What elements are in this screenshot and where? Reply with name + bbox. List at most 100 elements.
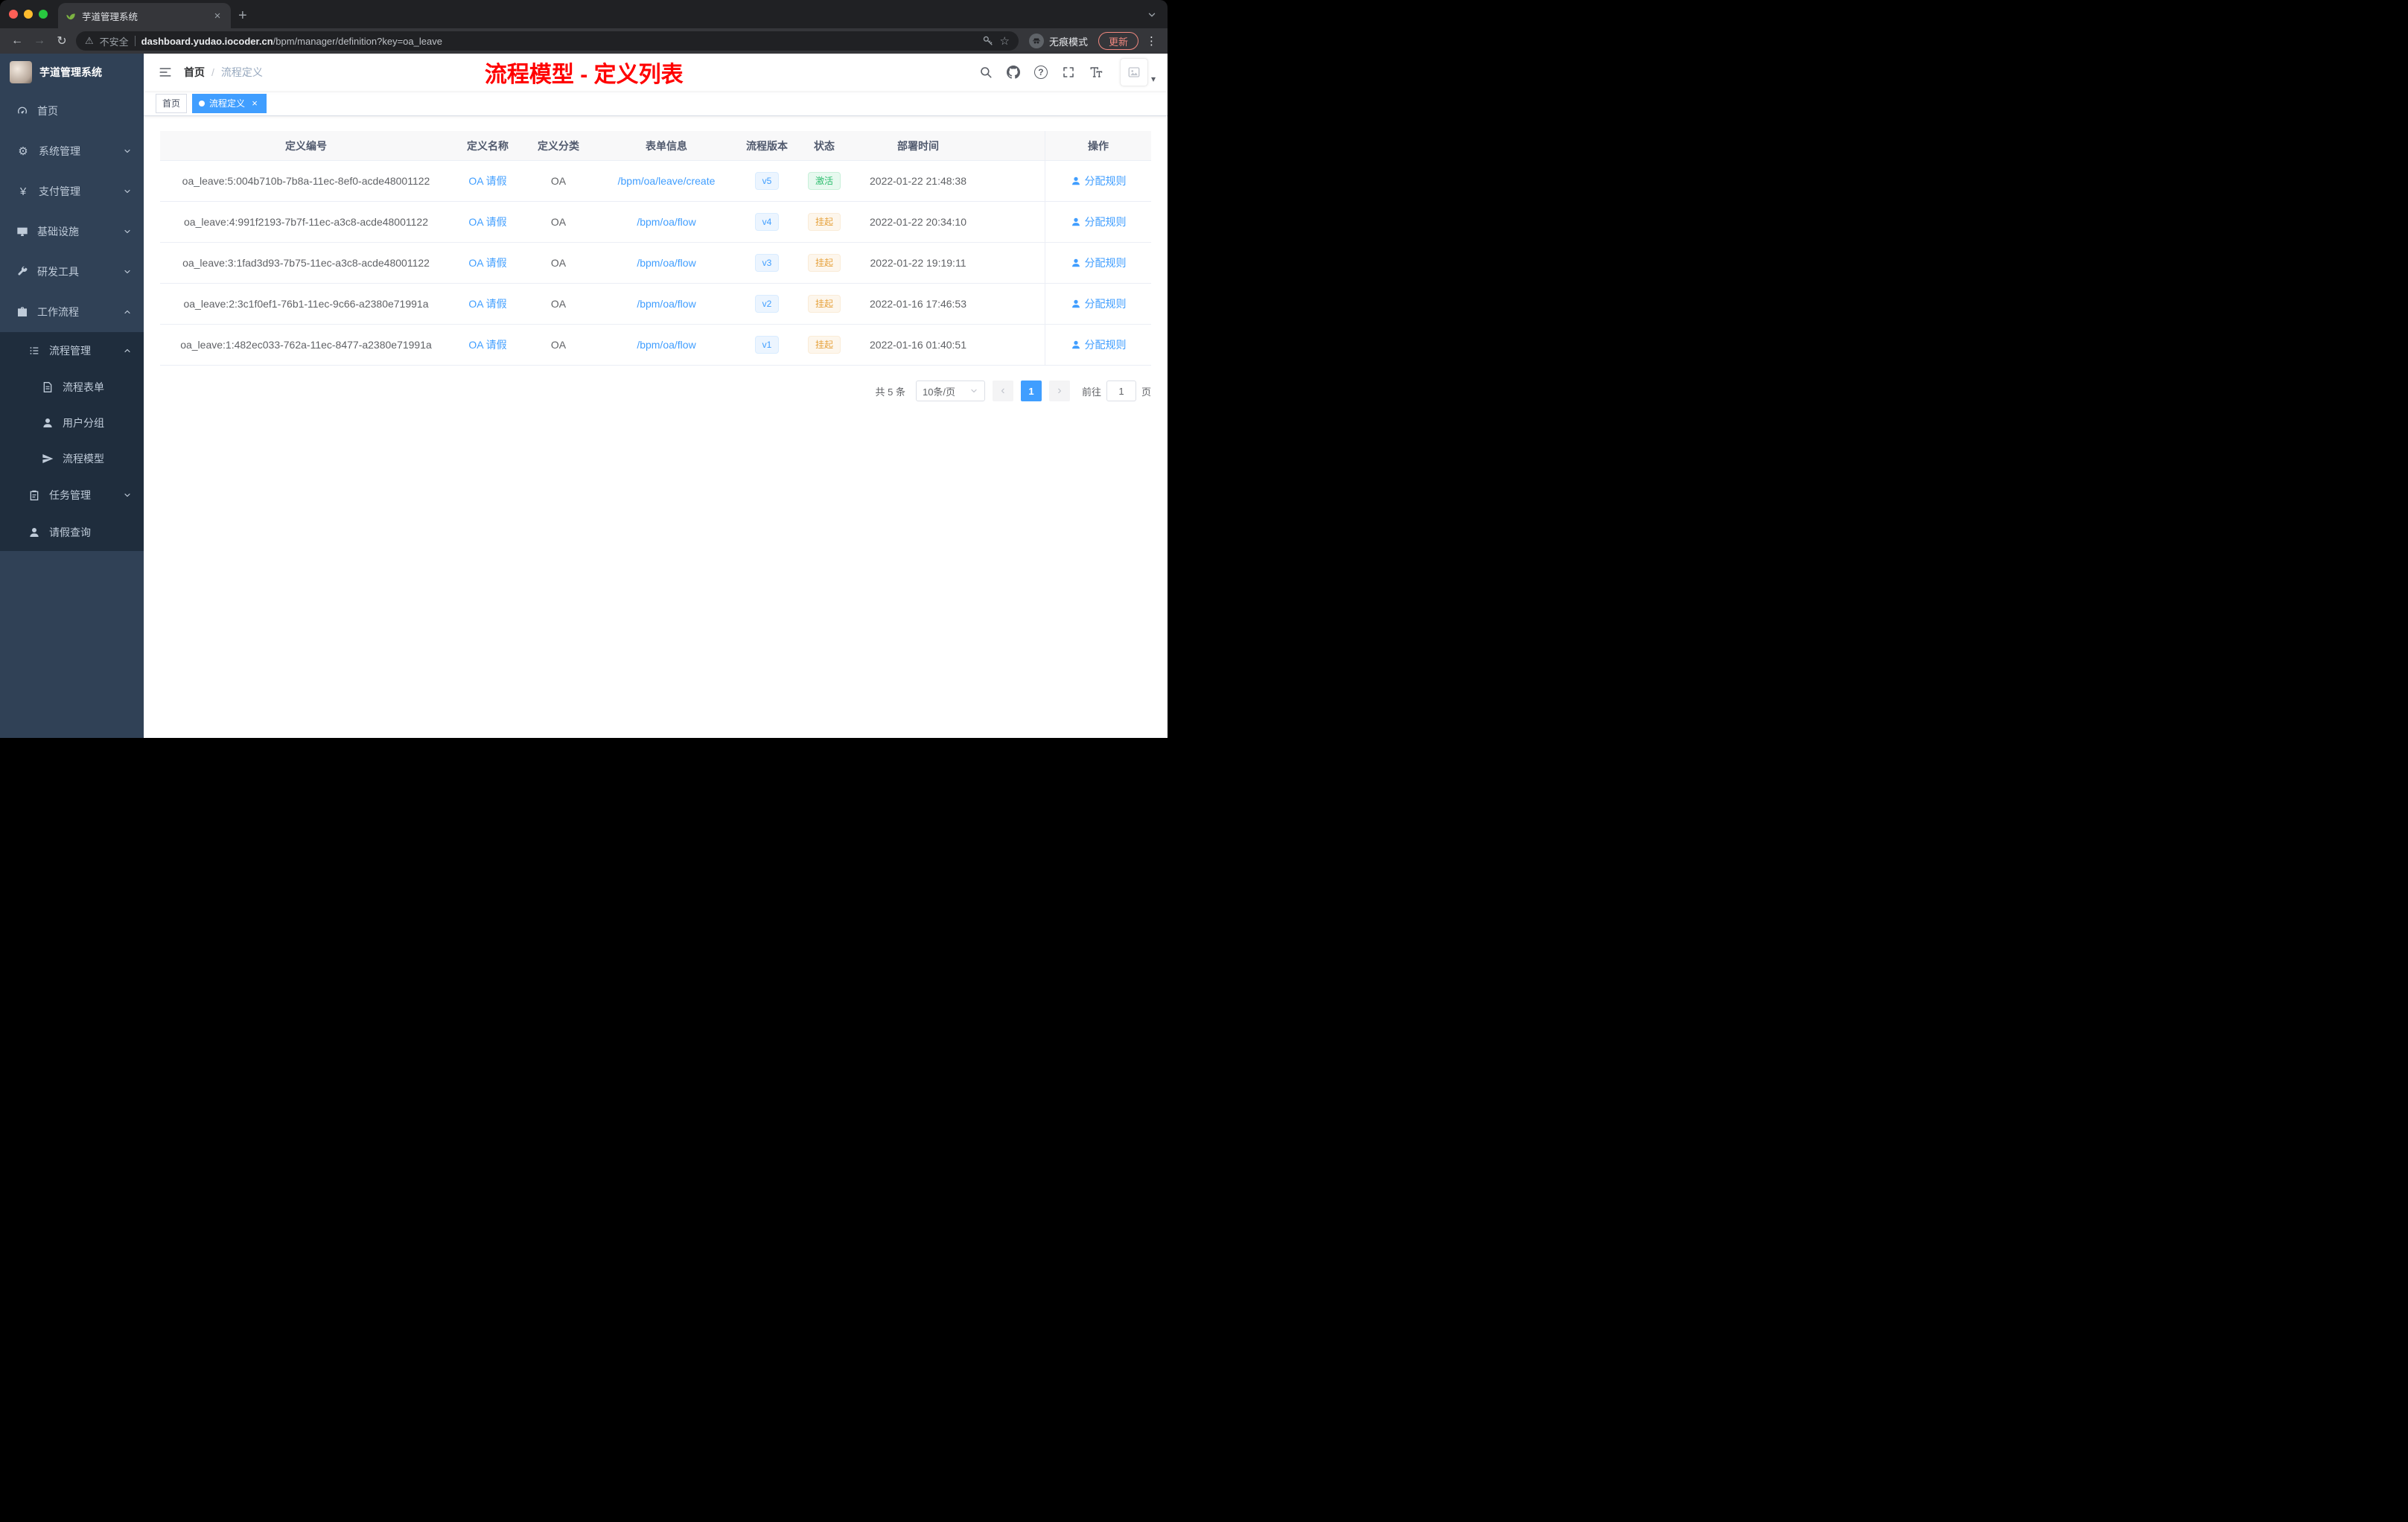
goto-page-input[interactable] <box>1106 380 1136 401</box>
wrench-icon <box>16 266 28 278</box>
tag-label: 首页 <box>162 98 181 109</box>
definition-category-cell: OA <box>550 298 567 310</box>
sidebar-item-process-form[interactable]: 流程表单 <box>0 369 144 405</box>
tag-process-definition[interactable]: 流程定义 × <box>192 93 267 113</box>
search-icon[interactable] <box>979 66 993 79</box>
sidebar-toggle-icon[interactable] <box>159 66 172 79</box>
user-icon <box>1071 340 1081 350</box>
definition-name-link[interactable]: OA 请假 <box>452 161 523 201</box>
tab-title: 芋道管理系统 <box>82 11 138 22</box>
definition-name-link[interactable]: OA 请假 <box>452 202 523 242</box>
status-badge: 挂起 <box>807 295 841 313</box>
sidebar-item-system[interactable]: ⚙ 系统管理 <box>0 131 144 171</box>
tag-close-icon[interactable]: × <box>249 98 260 109</box>
sidebar-item-label: 请假查询 <box>49 526 91 538</box>
list-icon <box>28 345 40 357</box>
back-button[interactable]: ← <box>9 34 25 48</box>
assign-rule-link[interactable]: 分配规则 <box>1085 255 1127 270</box>
breadcrumb-separator: / <box>211 66 214 78</box>
address-bar[interactable]: ⚠ 不安全 dashboard.yudao.iocoder.cn/bpm/man… <box>76 31 1019 51</box>
status-badge: 挂起 <box>807 213 841 231</box>
browser-tab[interactable]: 芋道管理系统 × <box>58 3 231 28</box>
definition-name-link[interactable]: OA 请假 <box>452 325 523 365</box>
sidebar-item-user-group[interactable]: 用户分组 <box>0 405 144 441</box>
sidebar-item-payment[interactable]: ¥ 支付管理 <box>0 171 144 211</box>
window-zoom-button[interactable] <box>39 10 48 19</box>
column-header: 表单信息 <box>646 139 687 152</box>
operation-cell[interactable]: 分配规则 <box>1045 325 1151 365</box>
status-cell: 挂起 <box>794 243 854 283</box>
table-row: oa_leave:2:3c1f0ef1-76b1-11ec-9c66-a2380… <box>160 284 1151 325</box>
assign-rule-link[interactable]: 分配规则 <box>1085 214 1127 229</box>
chevron-down-icon <box>123 187 132 196</box>
row-spacer <box>982 325 1045 365</box>
page-size-select[interactable]: 10条/页 <box>915 380 985 401</box>
sidebar-item-process-management[interactable]: 流程管理 <box>0 332 144 369</box>
page-1-button[interactable]: 1 <box>1020 380 1042 401</box>
prev-page-button[interactable]: ‹ <box>992 380 1013 401</box>
column-header: 操作 <box>1045 131 1151 160</box>
process-version-cell: v3 <box>739 243 794 283</box>
window-close-button[interactable] <box>9 10 18 19</box>
caret-down-icon: ▾ <box>1150 73 1156 84</box>
update-label: 更新 <box>1108 36 1128 48</box>
key-icon[interactable] <box>982 35 994 47</box>
browser-toolbar: ← → ↻ ⚠ 不安全 dashboard.yudao.iocoder.cn/b… <box>0 28 1168 54</box>
chevron-down-icon <box>969 386 978 395</box>
sidebar-logo[interactable]: 芋道管理系统 <box>0 54 144 91</box>
definition-name-link[interactable]: OA 请假 <box>452 284 523 324</box>
tag-home[interactable]: 首页 <box>156 93 188 113</box>
tags-view: 首页 流程定义 × <box>144 91 1168 116</box>
operation-cell[interactable]: 分配规则 <box>1045 202 1151 242</box>
font-size-icon[interactable] <box>1089 66 1103 79</box>
process-version-cell: v1 <box>739 325 794 365</box>
operation-cell[interactable]: 分配规则 <box>1045 243 1151 283</box>
tab-search-icon[interactable] <box>1147 10 1157 20</box>
form-info-link[interactable]: /bpm/oa/flow <box>593 202 739 242</box>
sidebar-item-label: 流程管理 <box>49 345 91 357</box>
browser-menu-icon[interactable]: ⋮ <box>1144 34 1159 48</box>
sidebar-item-label: 基础设施 <box>37 226 79 238</box>
refresh-button[interactable]: ↻ <box>54 34 70 48</box>
assign-rule-link[interactable]: 分配规则 <box>1085 173 1127 188</box>
form-info-link[interactable]: /bpm/oa/flow <box>593 284 739 324</box>
assign-rule-link[interactable]: 分配规则 <box>1085 337 1127 352</box>
deploy-time-cell: 2022-01-16 01:40:51 <box>870 339 966 351</box>
sidebar-item-home[interactable]: 首页 <box>0 91 144 131</box>
version-tag: v5 <box>754 172 780 190</box>
definition-name-link[interactable]: OA 请假 <box>452 243 523 283</box>
github-icon[interactable] <box>1007 66 1020 79</box>
document-icon <box>42 381 54 393</box>
sidebar-item-workflow[interactable]: 工作流程 <box>0 292 144 332</box>
sidebar-item-task-management[interactable]: 任务管理 <box>0 477 144 514</box>
total-count: 共 5 条 <box>875 386 905 398</box>
gear-icon: ⚙ <box>18 145 28 158</box>
sidebar-item-process-model[interactable]: 流程模型 <box>0 441 144 477</box>
fullscreen-icon[interactable] <box>1062 66 1075 79</box>
column-header: 定义分类 <box>538 139 579 152</box>
operation-cell[interactable]: 分配规则 <box>1045 161 1151 201</box>
tab-close-icon[interactable]: × <box>211 10 223 22</box>
assign-rule-link[interactable]: 分配规则 <box>1085 296 1127 311</box>
forward-button[interactable]: → <box>31 34 48 48</box>
chevron-down-icon <box>123 227 132 236</box>
form-info-link[interactable]: /bpm/oa/leave/create <box>593 161 739 201</box>
sidebar-item-devtools[interactable]: 研发工具 <box>0 252 144 292</box>
deploy-time-cell: 2022-01-22 20:34:10 <box>870 216 966 228</box>
column-header: 定义编号 <box>285 139 327 152</box>
question-icon[interactable]: ? <box>1033 66 1048 79</box>
operation-cell[interactable]: 分配规则 <box>1045 284 1151 324</box>
breadcrumb-home-link[interactable]: 首页 <box>184 65 205 80</box>
sidebar-item-leave-query[interactable]: 请假查询 <box>0 514 144 551</box>
next-page-button[interactable]: › <box>1048 380 1070 401</box>
window-minimize-button[interactable] <box>24 10 33 19</box>
process-version-cell: v2 <box>739 284 794 324</box>
sidebar-item-label: 流程模型 <box>63 453 104 465</box>
new-tab-button[interactable]: + <box>238 8 247 23</box>
form-info-link[interactable]: /bpm/oa/flow <box>593 325 739 365</box>
sidebar-item-infrastructure[interactable]: 基础设施 <box>0 211 144 252</box>
bookmark-star-icon[interactable]: ☆ <box>1000 34 1010 48</box>
avatar[interactable]: ▾ <box>1119 58 1156 86</box>
form-info-link[interactable]: /bpm/oa/flow <box>593 243 739 283</box>
update-button[interactable]: 更新 <box>1098 32 1138 50</box>
